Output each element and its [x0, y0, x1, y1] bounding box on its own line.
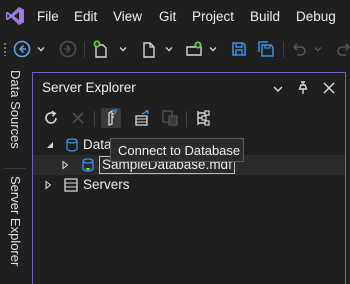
side-tab-divider — [4, 168, 26, 169]
navigate-back-icon[interactable] — [12, 39, 32, 59]
chevron-down-icon[interactable] — [118, 44, 128, 54]
redo-icon — [337, 43, 350, 56]
menu-edit[interactable]: Edit — [74, 9, 97, 25]
collapsed-arrow-icon[interactable] — [43, 180, 53, 190]
save-icon[interactable] — [229, 39, 249, 59]
server-explorer-toolbar — [33, 105, 345, 133]
menu-debug[interactable]: Debug — [296, 9, 336, 25]
menu-git[interactable]: Git — [159, 9, 176, 25]
properties-icon[interactable] — [193, 108, 213, 128]
new-project-icon[interactable] — [91, 39, 111, 59]
tab-server-explorer[interactable]: Server Explorer — [7, 176, 23, 266]
refresh-icon[interactable] — [41, 108, 61, 128]
menu-project[interactable]: Project — [192, 9, 234, 25]
toolbar-separator — [283, 42, 284, 58]
tooltip: Connect to Database — [110, 138, 244, 162]
delete-icon — [72, 112, 84, 124]
save-all-icon[interactable] — [256, 39, 276, 59]
add-file-icon[interactable] — [139, 39, 159, 59]
toolbar-grip[interactable] — [3, 42, 7, 56]
chevron-down-icon[interactable] — [208, 44, 218, 54]
navigate-forward-icon — [59, 40, 77, 58]
connect-to-database-icon[interactable] — [101, 108, 121, 128]
main-toolbar — [0, 34, 350, 64]
close-icon[interactable] — [321, 80, 337, 96]
chevron-down-icon[interactable] — [36, 44, 46, 54]
servers-icon — [64, 178, 78, 192]
menu-build[interactable]: Build — [250, 9, 280, 25]
toolbar-separator — [84, 42, 85, 58]
tree-item-servers[interactable]: Servers — [33, 175, 345, 195]
expanded-arrow-icon[interactable] — [45, 140, 55, 150]
server-explorer-window: Server Explorer Data SampleDatabase.mdf … — [32, 72, 346, 284]
chevron-down-icon[interactable] — [164, 44, 174, 54]
connect-to-server-icon[interactable] — [132, 108, 152, 128]
database-connection-icon — [82, 158, 94, 172]
tree-label: Servers — [83, 177, 130, 192]
add-item-icon[interactable] — [184, 39, 204, 59]
menu-bar: File Edit View Git Project Build Debug — [0, 0, 350, 34]
data-connections-icon — [66, 138, 78, 152]
toolbar-separator — [186, 111, 187, 127]
window-options-chevron-icon[interactable] — [270, 81, 286, 97]
window-title: Server Explorer — [42, 80, 136, 95]
side-tab-strip: Data Sources Server Explorer — [0, 64, 30, 284]
menu-view[interactable]: View — [113, 9, 142, 25]
chevron-down-icon — [314, 47, 322, 52]
collapsed-arrow-icon[interactable] — [60, 160, 70, 170]
visual-studio-logo-icon[interactable] — [5, 6, 25, 26]
undo-icon — [292, 43, 306, 56]
pin-icon[interactable] — [295, 80, 311, 96]
tab-data-sources[interactable]: Data Sources — [7, 70, 23, 149]
toolbar-separator — [94, 111, 95, 127]
menu-file[interactable]: File — [37, 9, 59, 25]
connect-to-sharepoint-icon — [162, 110, 178, 126]
